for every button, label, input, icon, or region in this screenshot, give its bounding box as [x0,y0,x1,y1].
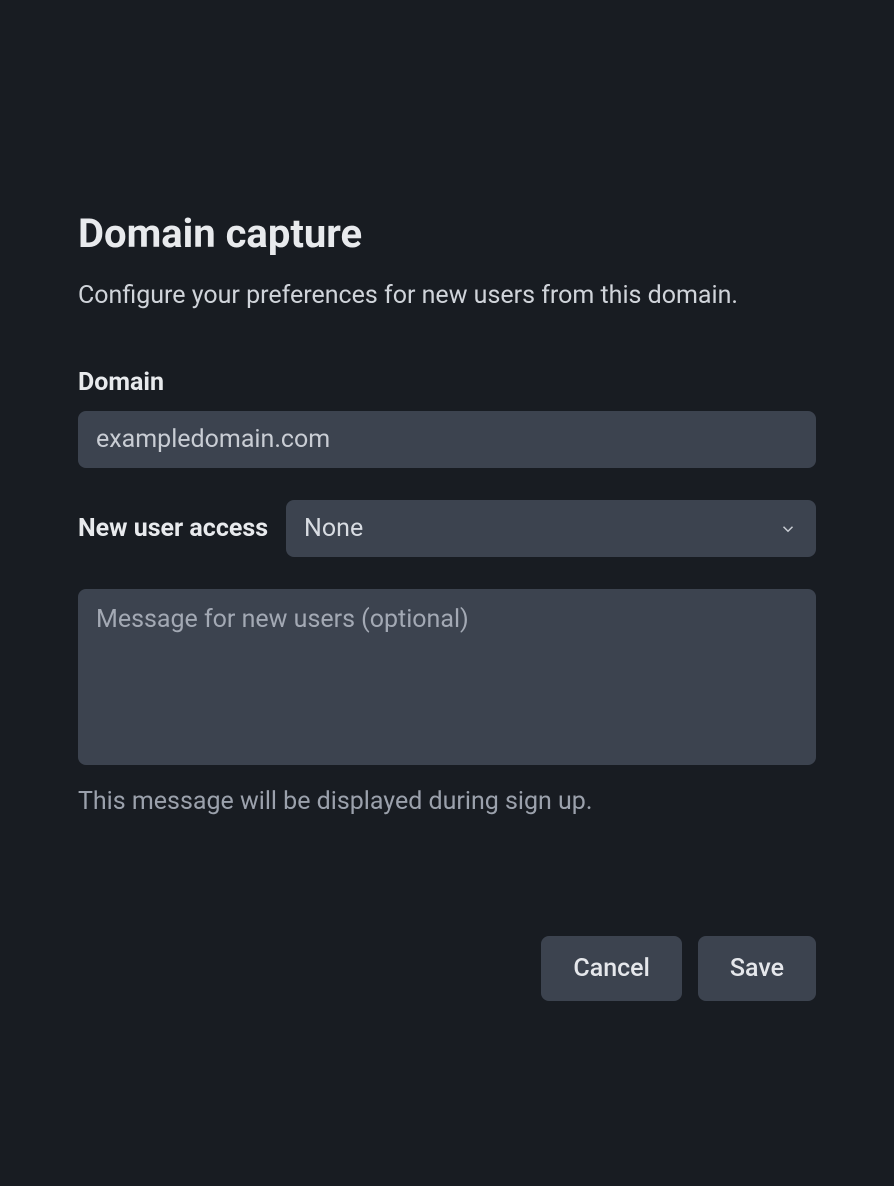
access-label: New user access [78,514,268,543]
message-textarea[interactable] [78,589,816,765]
message-helper-text: This message will be displayed during si… [78,787,816,816]
page-subtitle: Configure your preferences for new users… [78,281,816,310]
button-row: Cancel Save [78,936,816,1001]
page-title: Domain capture [78,210,816,257]
domain-input[interactable] [78,411,816,468]
save-button[interactable]: Save [698,936,816,1001]
access-select[interactable]: None [286,500,816,557]
access-field-group: New user access None [78,500,816,557]
domain-field-group: Domain [78,368,816,468]
cancel-button[interactable]: Cancel [541,936,682,1001]
access-select-wrapper: None [286,500,816,557]
message-field-group: This message will be displayed during si… [78,589,816,816]
domain-label: Domain [78,368,816,397]
domain-capture-form: Domain capture Configure your preference… [78,210,816,1001]
